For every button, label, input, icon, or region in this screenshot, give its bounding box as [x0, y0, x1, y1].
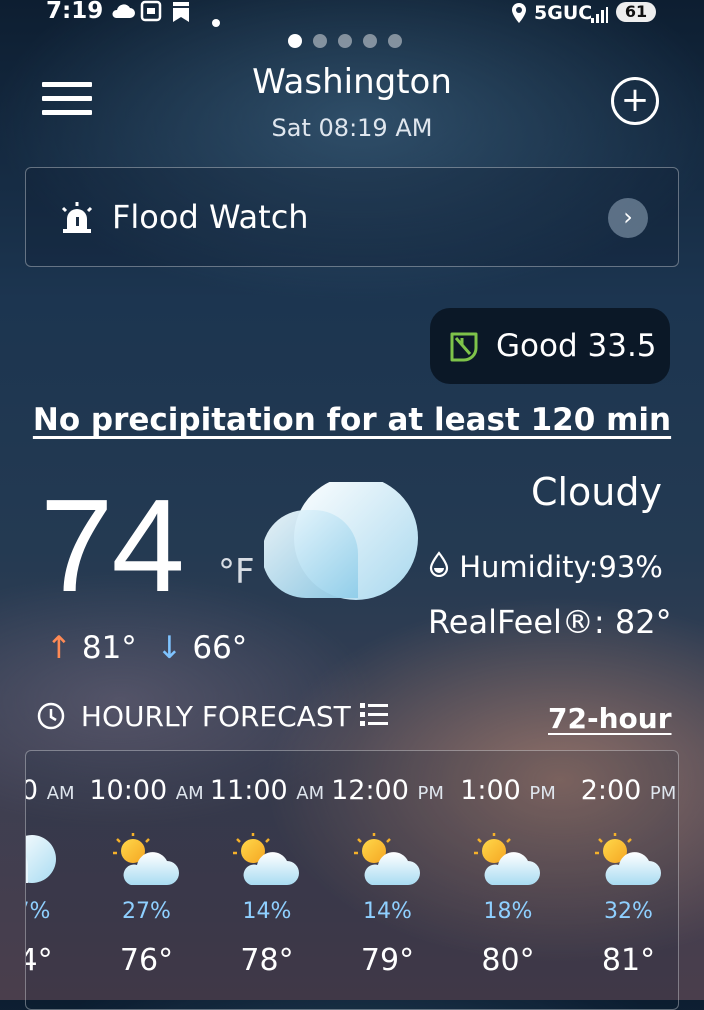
hour-temperature: 74° — [26, 943, 53, 978]
page-dot[interactable] — [363, 34, 377, 48]
weather-condition: Cloudy — [530, 470, 662, 514]
screenshot-icon — [140, 0, 162, 28]
humidity-row: Humidity:93% — [428, 550, 663, 584]
flood-watch-alert[interactable]: Flood Watch › — [25, 167, 679, 267]
siren-icon — [60, 202, 94, 238]
bookmark-icon — [170, 0, 192, 30]
add-circle-icon[interactable]: + — [611, 77, 659, 125]
hour-temperature: 79° — [360, 943, 415, 978]
hour-precip-chance: 18% — [483, 899, 533, 924]
status-time: 7:19 — [46, 0, 104, 24]
dot-icon — [212, 8, 220, 33]
current-temperature: 74 — [40, 472, 185, 619]
leaf-icon — [448, 330, 482, 366]
cloud-icon — [110, 0, 136, 26]
hour-precip-chance: 14% — [363, 899, 412, 924]
hour-precip-chance: 27% — [122, 899, 171, 924]
droplet-icon — [428, 550, 459, 584]
local-datetime: Sat 08:19 AM — [271, 114, 433, 142]
air-quality-text: Good 33.5 — [496, 328, 657, 364]
high-temp: 81° — [81, 630, 137, 666]
page-dot[interactable] — [388, 34, 402, 48]
partly-sunny-icon — [593, 831, 665, 893]
battery-indicator: 61 — [616, 2, 656, 22]
hourly-forecast-header[interactable]: HOURLY FORECAST — [36, 700, 390, 733]
hour-time: 2:00 PM — [580, 775, 677, 806]
alert-label: Flood Watch — [112, 198, 309, 236]
temperature-unit: °F — [218, 552, 255, 592]
hour-temperature: 76° — [119, 943, 174, 978]
network-label: 5GUC — [534, 2, 593, 24]
hourly-forecast-title: HOURLY FORECAST — [80, 700, 351, 733]
page-dot[interactable] — [338, 34, 352, 48]
high-low-temps: ↑ 81° ↓ 66° — [46, 630, 247, 666]
partly-sunny-icon — [352, 831, 424, 893]
arrow-down-icon: ↓ — [156, 630, 183, 666]
hour-temperature: 80° — [481, 943, 535, 978]
city-name[interactable]: Washington — [0, 62, 704, 102]
location-pin-icon — [510, 2, 528, 30]
list-icon[interactable] — [359, 700, 390, 733]
page-dot[interactable] — [313, 34, 327, 48]
72-hour-link[interactable]: 72-hour — [548, 702, 672, 735]
hour-temperature: 81° — [601, 943, 656, 978]
location-page-indicator[interactable] — [288, 34, 402, 48]
chevron-right-icon[interactable]: › — [608, 198, 648, 238]
arrow-up-icon: ↑ — [46, 630, 72, 666]
cloudy-icon — [262, 476, 420, 604]
realfeel-text: RealFeel®: 82° — [428, 603, 672, 641]
status-bar: 7:19 5GUC 61 — [0, 0, 704, 30]
hour-temperature: 78° — [240, 943, 294, 978]
cloudy-icon — [26, 831, 62, 893]
precipitation-summary[interactable]: No precipitation for at least 120 min — [0, 402, 704, 438]
hour-precip-chance: 32% — [604, 899, 653, 924]
air-quality-badge[interactable]: Good 33.5 — [430, 308, 670, 384]
partly-sunny-icon — [111, 831, 183, 893]
humidity-text: Humidity:93% — [459, 550, 663, 584]
hour-precip-chance: 37% — [26, 899, 51, 924]
page-dot[interactable] — [288, 34, 302, 48]
hourly-forecast-strip[interactable]: 9:00 AM37%74°10:00 AM27%76°11:00 AM14%78… — [25, 750, 679, 1010]
signal-bars-icon — [590, 4, 608, 29]
partly-sunny-icon — [231, 831, 303, 893]
clock-icon — [36, 700, 75, 733]
low-temp: 66° — [192, 630, 248, 666]
hour-precip-chance: 14% — [242, 899, 292, 924]
partly-sunny-icon — [472, 831, 544, 893]
